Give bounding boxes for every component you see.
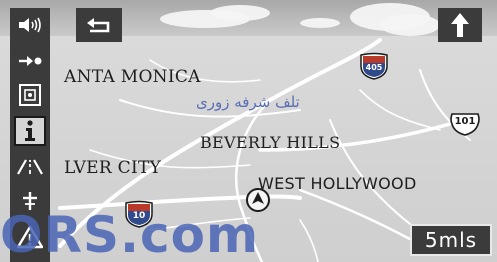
sidebar-item-info[interactable] <box>14 116 46 146</box>
place-culver-city: LVER CITY <box>64 158 162 178</box>
map-scale-label: 5mls <box>424 228 478 252</box>
back-arrow-icon <box>87 18 110 33</box>
route-arrow-icon <box>19 56 42 66</box>
highway-number-405: 405 <box>365 63 383 72</box>
sidebar-item-map-view[interactable] <box>14 82 46 108</box>
road <box>299 219 319 262</box>
place-santa-monica: ANTA MONICA <box>64 67 201 87</box>
highway-number-101: 101 <box>454 116 476 127</box>
road-icon <box>17 159 43 175</box>
watermark-domain: ORS.com <box>0 206 260 262</box>
sidebar-item-road-view[interactable] <box>14 154 46 180</box>
sidebar-item-volume[interactable] <box>14 12 46 38</box>
highway-shield-405: 405 <box>359 52 389 80</box>
place-beverly-hills: BEVERLY HILLS <box>200 133 341 152</box>
speaker-icon <box>19 17 41 33</box>
north-up-button[interactable] <box>438 8 482 42</box>
direction-arrow-icon <box>451 13 469 37</box>
sidebar-item-route[interactable] <box>14 48 46 74</box>
map-grid-icon <box>19 84 41 106</box>
highway-shield-101: 101 <box>448 112 482 136</box>
navigation-screen: ANTA MONICA BEVERLY HILLS LVER CITY WEST… <box>0 0 497 262</box>
info-icon <box>25 120 35 141</box>
back-button[interactable] <box>76 8 122 42</box>
place-west-hollywood: WEST HOLLYWOOD <box>258 174 417 193</box>
road <box>359 89 441 131</box>
map-scale-button[interactable]: 5mls <box>410 224 492 256</box>
watermark-text: تلف شرفه زوری <box>196 93 300 111</box>
